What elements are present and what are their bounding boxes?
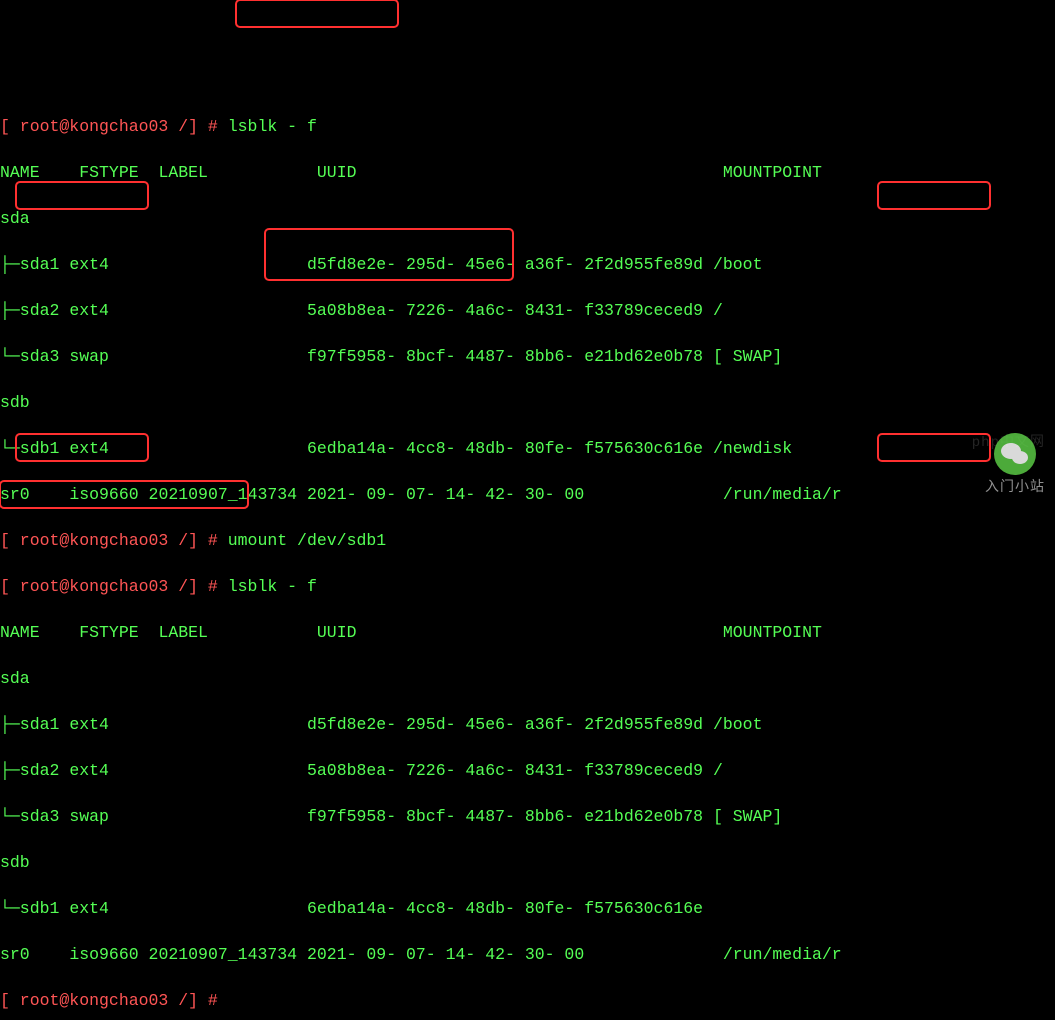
row-sda-1: sda: [0, 207, 1055, 230]
col-fstype-2: FSTYPE: [79, 623, 158, 642]
col-uuid-2: UUID: [317, 623, 723, 642]
col-name-2: NAME: [0, 623, 79, 642]
highlight-box-newdisk: [877, 181, 991, 210]
row-sr0-1: sr0 iso9660 20210907_143734 2021- 09- 07…: [0, 483, 1055, 506]
prompt-4: [ root@kongchao03 /] #: [0, 991, 218, 1010]
prompt-1: [ root@kongchao03 /] #: [0, 117, 228, 136]
wechat-icon: [994, 433, 1036, 475]
col-label-2: LABEL: [158, 623, 316, 642]
col-label: LABEL: [158, 163, 316, 182]
command-3: lsblk - f: [228, 577, 317, 596]
prompt-3: [ root@kongchao03 /] #: [0, 577, 228, 596]
row-sda3-2: └─sda3 swap f97f5958- 8bcf- 4487- 8bb6- …: [0, 805, 1055, 828]
col-uuid: UUID: [317, 163, 723, 182]
prompt-line-4[interactable]: [ root@kongchao03 /] #: [0, 989, 1055, 1012]
row-sdb1-2: └─sdb1 ext4 6edba14a- 4cc8- 48db- 80fe- …: [0, 897, 1055, 920]
command-2: umount /dev/sdb1: [228, 531, 386, 550]
col-mountpoint: MOUNTPOINT: [723, 163, 822, 182]
row-sda1-2: ├─sda1 ext4 d5fd8e2e- 295d- 45e6- a36f- …: [0, 713, 1055, 736]
row-sda3-1: └─sda3 swap f97f5958- 8bcf- 4487- 8bb6- …: [0, 345, 1055, 368]
prompt-2: [ root@kongchao03 /] #: [0, 531, 228, 550]
highlight-box-sdb1-1: [15, 181, 149, 210]
row-sda2-1: ├─sda2 ext4 5a08b8ea- 7226- 4a6c- 8431- …: [0, 299, 1055, 322]
prompt-line-1: [ root@kongchao03 /] # lsblk - f: [0, 115, 1055, 138]
command-1: lsblk - f: [228, 117, 317, 136]
col-mountpoint-2: MOUNTPOINT: [723, 623, 822, 642]
row-sdb1-1: └─sdb1 ext4 6edba14a- 4cc8- 48db- 80fe- …: [0, 437, 1055, 460]
row-sdb-2: sdb: [0, 851, 1055, 874]
col-fstype: FSTYPE: [79, 163, 158, 182]
col-name: NAME: [0, 163, 79, 182]
wechat-name: 入门小站: [985, 477, 1045, 500]
highlight-box-cmd1: [235, 0, 399, 28]
row-sda-2: sda: [0, 667, 1055, 690]
header-2: NAME FSTYPE LABEL UUID MOUNTPOINT: [0, 621, 1055, 644]
prompt-line-2: [ root@kongchao03 /] # umount /dev/sdb1: [0, 529, 1055, 552]
row-sdb-1: sdb: [0, 391, 1055, 414]
row-sda2-2: ├─sda2 ext4 5a08b8ea- 7226- 4a6c- 8431- …: [0, 759, 1055, 782]
header-1: NAME FSTYPE LABEL UUID MOUNTPOINT: [0, 161, 1055, 184]
row-sda1-1: ├─sda1 ext4 d5fd8e2e- 295d- 45e6- a36f- …: [0, 253, 1055, 276]
wechat-watermark: 入门小站: [985, 433, 1045, 500]
row-sr0-2: sr0 iso9660 20210907_143734 2021- 09- 07…: [0, 943, 1055, 966]
prompt-line-3: [ root@kongchao03 /] # lsblk - f: [0, 575, 1055, 598]
